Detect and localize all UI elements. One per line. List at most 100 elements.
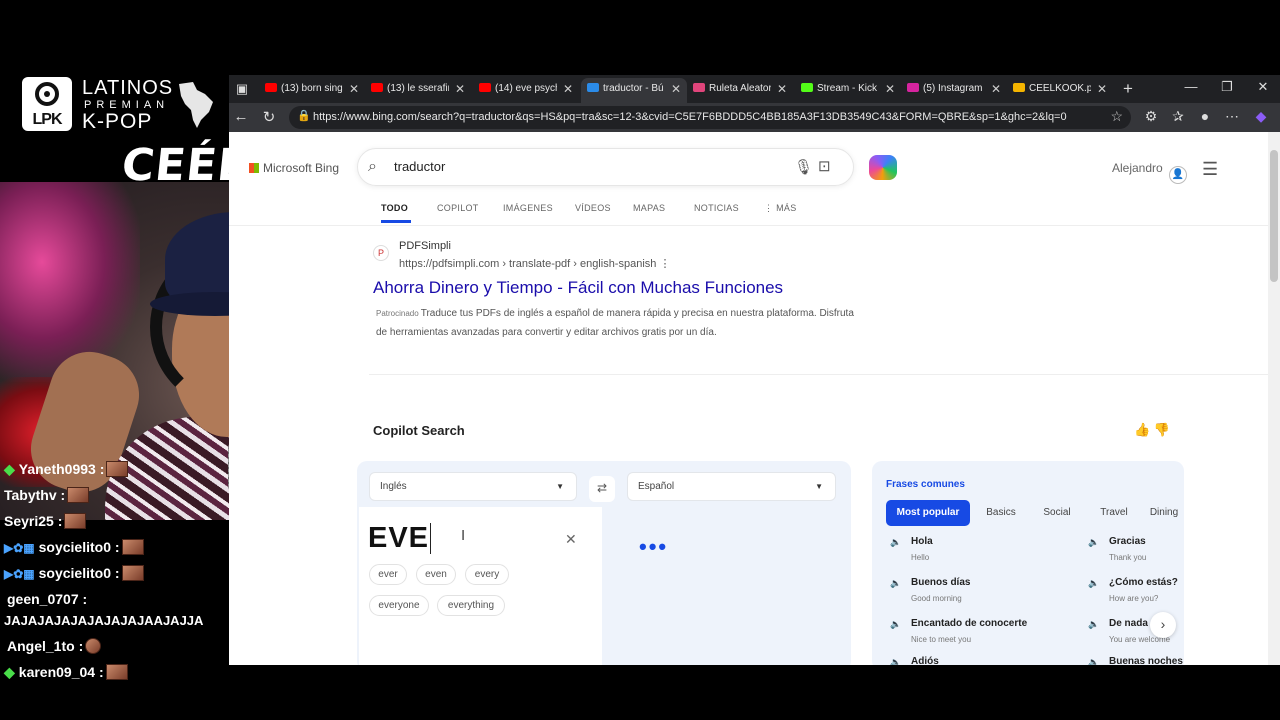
bing-logo[interactable]: Microsoft Bing <box>249 161 339 175</box>
speaker-icon[interactable]: 🔈 <box>890 657 901 665</box>
browser-tab[interactable]: (13) le sserafim ✕ <box>365 78 471 103</box>
speaker-icon[interactable]: 🔈 <box>1088 657 1099 665</box>
phrase-translation: Nice to meet you <box>911 635 972 644</box>
search-box[interactable]: ⌕ traductor 🎙 ⊡ <box>357 148 854 186</box>
suggestion-chip[interactable]: every <box>465 564 509 585</box>
speaker-icon[interactable]: 🔈 <box>1088 619 1099 630</box>
new-tab-button[interactable]: + <box>1117 79 1139 99</box>
tab-bar: ▣ (13) born singe✕(13) le sserafim✕(14) … <box>229 75 1280 103</box>
copilot-sidebar-icon[interactable]: ◆ <box>1251 108 1271 125</box>
close-tab-icon[interactable]: ✕ <box>885 78 895 100</box>
browser-tab[interactable]: Stream - Kick ✕ <box>795 78 901 103</box>
avatar-icon: 👤 <box>1168 166 1187 184</box>
translator-input[interactable]: EVE <box>368 522 429 555</box>
chat-user: Tabythv <box>4 487 57 503</box>
close-tab-icon[interactable]: ✕ <box>563 78 573 100</box>
speaker-icon[interactable]: 🔈 <box>1088 537 1099 548</box>
tab-label: (13) born singe <box>281 83 343 94</box>
phrase-category-tab[interactable]: Most popular <box>886 500 970 526</box>
phrase-category-tab[interactable]: Basics <box>974 500 1028 526</box>
clear-input-icon[interactable]: ✕ <box>565 531 577 548</box>
active-tab-underline <box>381 220 411 223</box>
suggestion-chip[interactable]: everyone <box>369 595 429 616</box>
tab-favicon-icon <box>907 83 919 92</box>
tab-favicon-icon <box>479 83 491 92</box>
extension-icon[interactable]: ⚙ <box>1141 108 1161 125</box>
chevron-down-icon: ▼ <box>815 482 823 491</box>
phrase-text: ¿Cómo estás? <box>1109 577 1178 588</box>
microphone-icon[interactable]: 🎙 <box>794 158 813 176</box>
close-tab-icon[interactable]: ✕ <box>1097 78 1107 100</box>
chat-line: ▶✿▦ soycielito0 : <box>4 539 144 555</box>
target-language-select[interactable]: Español ▼ <box>627 472 836 501</box>
suggestion-chip[interactable]: everything <box>437 595 505 616</box>
nav-tab[interactable]: VÍDEOS <box>575 203 611 213</box>
favorite-star-icon[interactable]: ☆ <box>1110 108 1123 125</box>
tab-actions-icon[interactable]: ▣ <box>231 79 253 99</box>
thumbs-down-icon[interactable]: 👎 <box>1154 422 1170 437</box>
close-tab-icon[interactable]: ✕ <box>671 78 681 100</box>
browser-tab[interactable]: (14) eve psych ✕ <box>473 78 579 103</box>
speaker-icon[interactable]: 🔈 <box>1088 578 1099 589</box>
browser-tab[interactable]: traductor - Bú ✕ <box>581 78 687 103</box>
page-scrollbar[interactable] <box>1268 132 1280 665</box>
minimize-icon[interactable]: — <box>1179 79 1203 94</box>
sub-badges-icon: ▶✿▦ <box>4 567 35 581</box>
suggestion-chip[interactable]: ever <box>369 564 407 585</box>
tab-favicon-icon <box>587 83 599 92</box>
feedback: 👍 👎 <box>1134 422 1170 438</box>
ad-url[interactable]: https://pdfsimpli.com › translate-pdf › … <box>399 257 670 270</box>
chat-line: Tabythv : <box>4 487 90 503</box>
favorites-icon[interactable]: ✰ <box>1168 108 1188 125</box>
restore-icon[interactable]: ❐ <box>1215 79 1239 95</box>
nav-tab[interactable]: MAPAS <box>633 203 665 213</box>
close-tab-icon[interactable]: ✕ <box>991 78 1001 100</box>
nav-tab[interactable]: IMÁGENES <box>503 203 553 213</box>
tab-favicon-icon <box>693 83 705 92</box>
ad-site-name: PDFSimpli <box>399 240 451 252</box>
address-bar[interactable]: 🔒 https://www.bing.com/search?q=traducto… <box>289 106 1131 129</box>
browser-tab[interactable]: (5) Instagram ✕ <box>901 78 1007 103</box>
microsoft-logo-icon <box>249 163 259 173</box>
profile-icon[interactable]: ● <box>1195 108 1215 124</box>
tab-label: traductor - Bú <box>603 83 664 94</box>
speaker-icon[interactable]: 🔈 <box>890 578 901 589</box>
phrase-category-tab[interactable]: Social <box>1032 500 1082 526</box>
chat-user: Angel_1to <box>7 638 75 654</box>
nav-tab[interactable]: TODO <box>381 203 408 213</box>
visual-search-icon[interactable]: ⊡ <box>818 157 831 175</box>
source-language-select[interactable]: Inglés ▼ <box>369 472 577 501</box>
speaker-icon[interactable]: 🔈 <box>890 537 901 548</box>
scrollbar-thumb[interactable] <box>1270 150 1278 282</box>
logo-abbr: LPK <box>32 111 63 128</box>
suggestion-chip[interactable]: even <box>416 564 456 585</box>
hamburger-menu-icon[interactable]: ☰ <box>1202 159 1218 180</box>
browser-tab[interactable]: (13) born singe ✕ <box>259 78 365 103</box>
nav-tab[interactable]: NOTICIAS <box>694 203 739 213</box>
phrase-translation: Thank you <box>1109 553 1147 562</box>
user-account[interactable]: Alejandro 👤 <box>1112 161 1187 184</box>
thumbs-up-icon[interactable]: 👍 <box>1134 422 1150 437</box>
close-window-icon[interactable]: ✕ <box>1251 79 1275 95</box>
ad-title-link[interactable]: Ahorra Dinero y Tiempo - Fácil con Mucha… <box>373 278 783 298</box>
browser-tab[interactable]: CEELKOOK.pd ✕ <box>1007 78 1113 103</box>
chevron-down-icon: ▼ <box>556 482 564 491</box>
back-icon[interactable]: ← <box>231 108 251 125</box>
tab-favicon-icon <box>1013 83 1025 92</box>
close-tab-icon[interactable]: ✕ <box>777 78 787 100</box>
browser-tab[interactable]: Ruleta Aleator ✕ <box>687 78 793 103</box>
close-tab-icon[interactable]: ✕ <box>455 78 465 100</box>
tab-label: Ruleta Aleator <box>709 83 771 94</box>
close-tab-icon[interactable]: ✕ <box>349 78 359 100</box>
swap-languages-button[interactable]: ⇄ <box>589 476 615 502</box>
more-menu-icon[interactable]: ⋯ <box>1222 108 1242 125</box>
nav-tab[interactable]: COPILOT <box>437 203 479 213</box>
speaker-icon[interactable]: 🔈 <box>890 619 901 630</box>
copilot-icon[interactable] <box>869 155 897 180</box>
nav-tab[interactable]: ⋮ MÁS <box>764 203 797 214</box>
next-arrow-icon[interactable]: › <box>1150 612 1176 638</box>
chat-user: soycielito0 <box>38 565 111 581</box>
phrase-category-tab[interactable]: Dining <box>1144 500 1184 526</box>
phrase-category-tab[interactable]: Travel <box>1088 500 1140 526</box>
refresh-icon[interactable]: ↻ <box>259 108 279 126</box>
